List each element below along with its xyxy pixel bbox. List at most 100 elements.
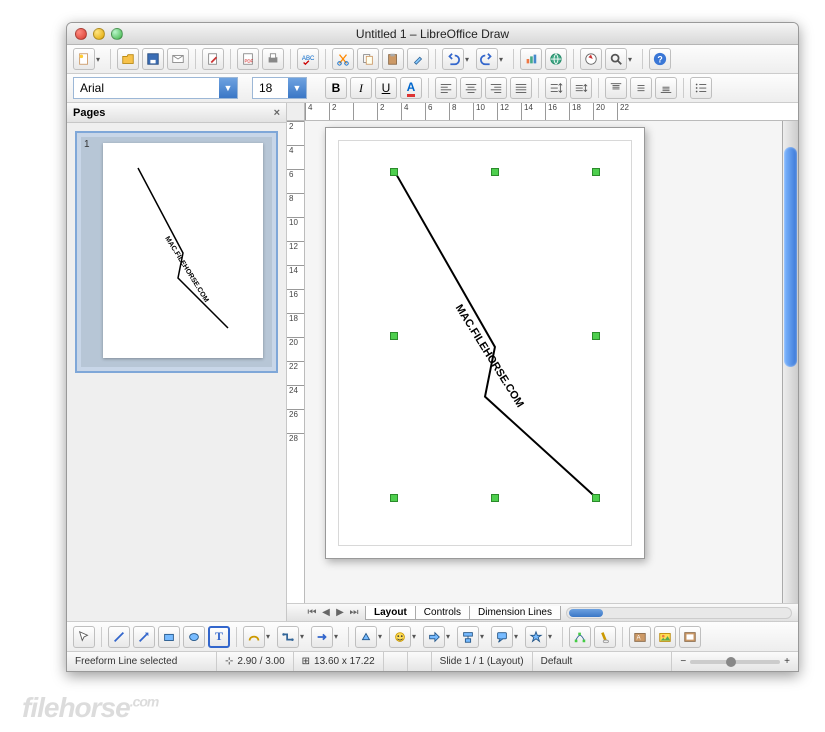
align-center-button[interactable] [460, 77, 482, 99]
tab-next-icon[interactable]: ▶ [333, 607, 347, 618]
chart-button[interactable] [520, 48, 542, 70]
undo-button[interactable] [442, 48, 464, 70]
text-tool-button[interactable]: T [208, 626, 230, 648]
increase-spacing-button[interactable] [545, 77, 567, 99]
align-justify-button[interactable] [510, 77, 532, 99]
selection-handle[interactable] [592, 332, 600, 340]
edit-points-button[interactable] [569, 626, 591, 648]
flowchart-button[interactable] [457, 626, 479, 648]
font-name-combo[interactable]: Arial ▼ [73, 77, 238, 99]
bold-button[interactable]: B [325, 77, 347, 99]
zoom-button[interactable] [605, 48, 627, 70]
ruler-corner[interactable] [287, 103, 305, 121]
hyperlink-button[interactable] [545, 48, 567, 70]
zoom-slider-knob[interactable] [726, 657, 736, 667]
selection-handle[interactable] [491, 494, 499, 502]
tab-last-icon[interactable]: ⏭ [347, 607, 361, 618]
navigator-button[interactable] [580, 48, 602, 70]
selection-handle[interactable] [390, 168, 398, 176]
horizontal-scrollbar[interactable] [566, 607, 792, 619]
help-button[interactable]: ? [649, 48, 671, 70]
cut-button[interactable] [332, 48, 354, 70]
align-bottom-button[interactable] [655, 77, 677, 99]
align-top-button[interactable] [605, 77, 627, 99]
scrollbar-thumb[interactable] [784, 147, 797, 367]
stars-button[interactable] [525, 626, 547, 648]
zoom-dropdown-icon[interactable]: ▾ [628, 55, 636, 64]
symbol-shapes-button[interactable] [389, 626, 411, 648]
callouts-button[interactable] [491, 626, 513, 648]
zoom-in-button[interactable]: + [784, 656, 790, 667]
canvas-viewport[interactable]: MAC.FILEHORSE.COM [305, 121, 782, 603]
selection-handle[interactable] [592, 168, 600, 176]
export-pdf-button[interactable]: PDF [237, 48, 259, 70]
tab-controls[interactable]: Controls [415, 606, 470, 620]
connector-tool-button[interactable] [277, 626, 299, 648]
dropdown-arrow-icon[interactable]: ▼ [288, 78, 306, 98]
tab-dimension-lines[interactable]: Dimension Lines [469, 606, 561, 620]
star-dropdown-icon[interactable]: ▾ [548, 632, 556, 641]
connector-dropdown-icon[interactable]: ▾ [300, 632, 308, 641]
gallery-button[interactable] [679, 626, 701, 648]
callout-dropdown-icon[interactable]: ▾ [514, 632, 522, 641]
block-arrows-button[interactable] [423, 626, 445, 648]
align-right-button[interactable] [485, 77, 507, 99]
basic-dropdown-icon[interactable]: ▾ [378, 632, 386, 641]
basic-shapes-button[interactable] [355, 626, 377, 648]
align-left-button[interactable] [435, 77, 457, 99]
flow-dropdown-icon[interactable]: ▾ [480, 632, 488, 641]
new-button[interactable] [73, 48, 95, 70]
email-button[interactable] [167, 48, 189, 70]
rectangle-tool-button[interactable] [158, 626, 180, 648]
new-dropdown-icon[interactable]: ▾ [96, 55, 104, 64]
tab-first-icon[interactable]: ⏮ [305, 607, 319, 618]
scrollbar-thumb[interactable] [569, 609, 603, 617]
glue-points-button[interactable] [594, 626, 616, 648]
ruler-vertical[interactable]: 2 4 6 8 10 12 14 16 18 20 22 24 26 28 [287, 121, 305, 603]
lines-arrows-tool-button[interactable] [311, 626, 333, 648]
format-paintbrush-button[interactable] [407, 48, 429, 70]
tab-layout[interactable]: Layout [365, 606, 416, 620]
curve-tool-button[interactable] [243, 626, 265, 648]
font-color-button[interactable]: A [400, 77, 422, 99]
zoom-slider[interactable] [690, 660, 780, 664]
block-dropdown-icon[interactable]: ▾ [446, 632, 454, 641]
status-page-style[interactable]: Default [533, 652, 673, 671]
drawing-page[interactable]: MAC.FILEHORSE.COM [325, 127, 645, 559]
tab-prev-icon[interactable]: ◀ [319, 607, 333, 618]
selection-handle[interactable] [390, 332, 398, 340]
select-tool-button[interactable] [73, 626, 95, 648]
titlebar[interactable]: Untitled 1 – LibreOffice Draw [67, 23, 798, 45]
open-button[interactable] [117, 48, 139, 70]
underline-button[interactable]: U [375, 77, 397, 99]
zoom-out-button[interactable]: − [680, 656, 686, 667]
vertical-scrollbar[interactable] [782, 121, 798, 603]
fontwork-button[interactable]: A [629, 626, 651, 648]
selection-handle[interactable] [491, 168, 499, 176]
edit-file-button[interactable] [202, 48, 224, 70]
from-file-button[interactable] [654, 626, 676, 648]
italic-button[interactable]: I [350, 77, 372, 99]
align-vcenter-button[interactable] [630, 77, 652, 99]
print-button[interactable] [262, 48, 284, 70]
save-button[interactable] [142, 48, 164, 70]
close-panel-button[interactable]: × [274, 107, 280, 119]
arrows-dropdown-icon[interactable]: ▾ [334, 632, 342, 641]
undo-dropdown-icon[interactable]: ▾ [465, 55, 473, 64]
paste-button[interactable] [382, 48, 404, 70]
redo-button[interactable] [476, 48, 498, 70]
arrow-tool-button[interactable] [133, 626, 155, 648]
selection-handle[interactable] [592, 494, 600, 502]
redo-dropdown-icon[interactable]: ▾ [499, 55, 507, 64]
line-tool-button[interactable] [108, 626, 130, 648]
dropdown-arrow-icon[interactable]: ▼ [219, 78, 237, 98]
selection-handle[interactable] [390, 494, 398, 502]
spellcheck-button[interactable]: ABC [297, 48, 319, 70]
symbol-dropdown-icon[interactable]: ▾ [412, 632, 420, 641]
page-thumbnail-selected[interactable]: 1 MAC.FILEHORSE.COM [75, 131, 278, 373]
font-size-combo[interactable]: 18 ▼ [252, 77, 307, 99]
copy-button[interactable] [357, 48, 379, 70]
ruler-horizontal[interactable]: 4 2 2 4 6 8 10 12 14 16 18 20 22 [305, 103, 798, 121]
curve-dropdown-icon[interactable]: ▾ [266, 632, 274, 641]
decrease-spacing-button[interactable] [570, 77, 592, 99]
